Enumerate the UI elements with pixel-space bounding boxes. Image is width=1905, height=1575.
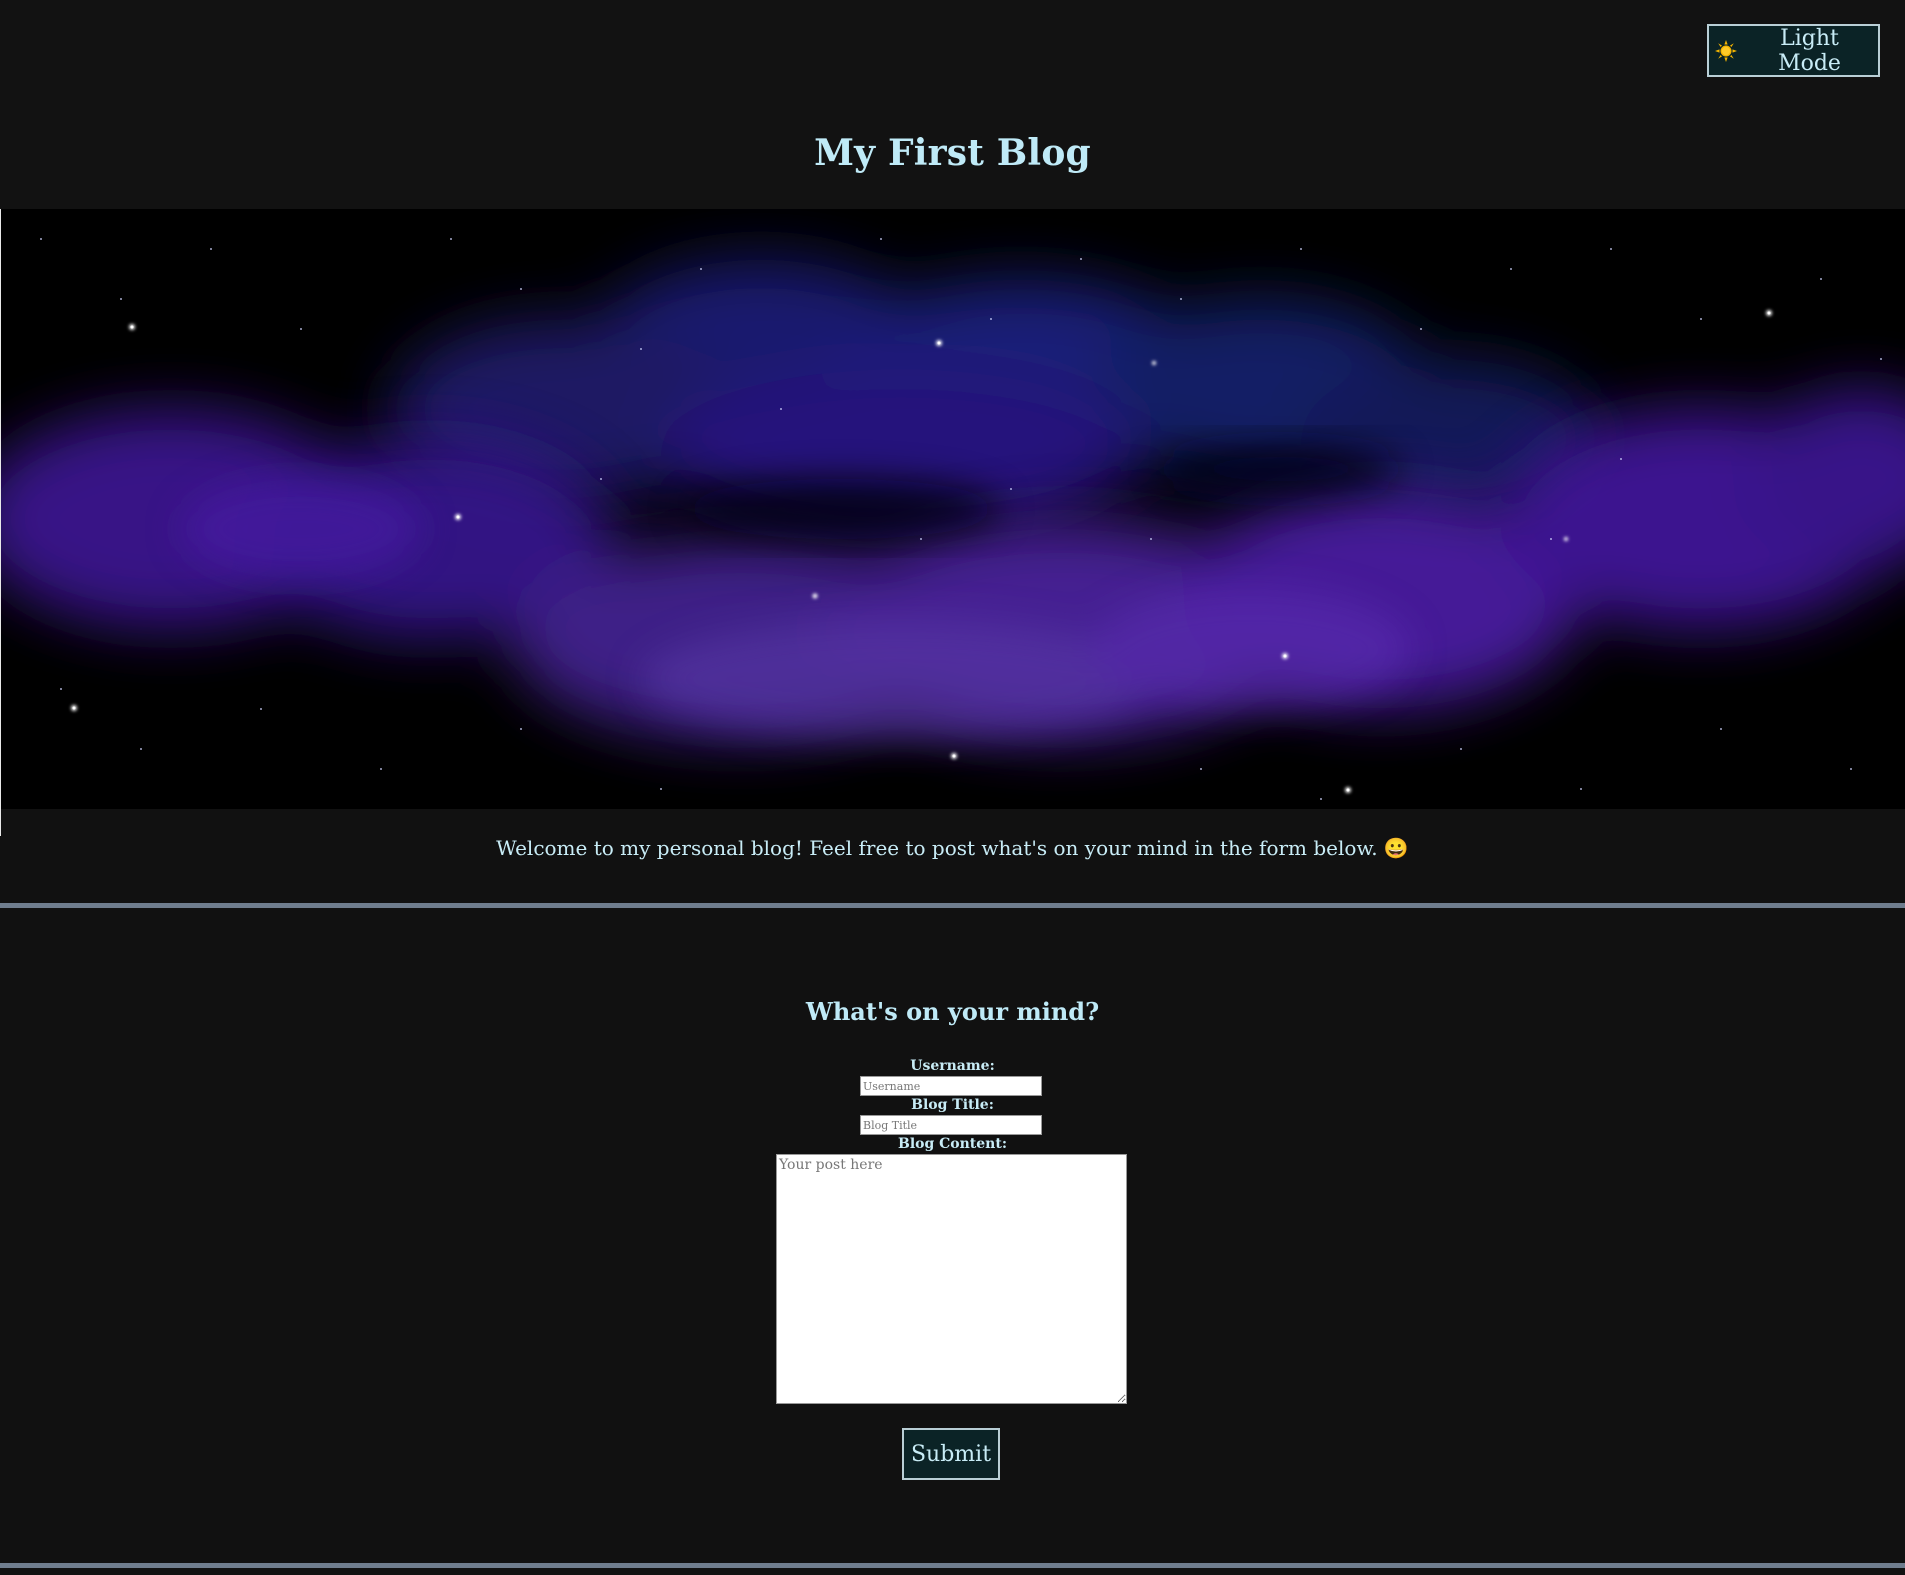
divider-top bbox=[0, 903, 1905, 908]
welcome-message: Welcome to my personal blog! Feel free t… bbox=[496, 836, 1409, 860]
light-mode-label: Light Mode bbox=[1778, 25, 1841, 76]
hero-banner-image bbox=[1, 209, 1905, 809]
username-input[interactable] bbox=[860, 1076, 1042, 1096]
light-mode-button[interactable]: Light Mode bbox=[1707, 24, 1880, 77]
blog-title-input[interactable] bbox=[860, 1115, 1042, 1135]
blog-form: What's on your mind? Username: Blog Titl… bbox=[0, 910, 1905, 1560]
blog-content-textarea[interactable] bbox=[776, 1154, 1127, 1404]
site-header: Light Mode My First Blog bbox=[0, 0, 1905, 209]
username-label: Username: bbox=[910, 1058, 995, 1074]
page-title: My First Blog bbox=[814, 132, 1091, 174]
form-title: What's on your mind? bbox=[805, 997, 1100, 1026]
blog-title-label: Blog Title: bbox=[911, 1097, 994, 1113]
submit-button[interactable]: Submit bbox=[902, 1428, 1000, 1480]
sun-icon bbox=[1715, 39, 1737, 62]
page: Light Mode My First Blog Welcome to my p… bbox=[0, 0, 1905, 1575]
blog-content-label: Blog Content: bbox=[898, 1136, 1007, 1152]
divider-bottom bbox=[0, 1563, 1905, 1568]
